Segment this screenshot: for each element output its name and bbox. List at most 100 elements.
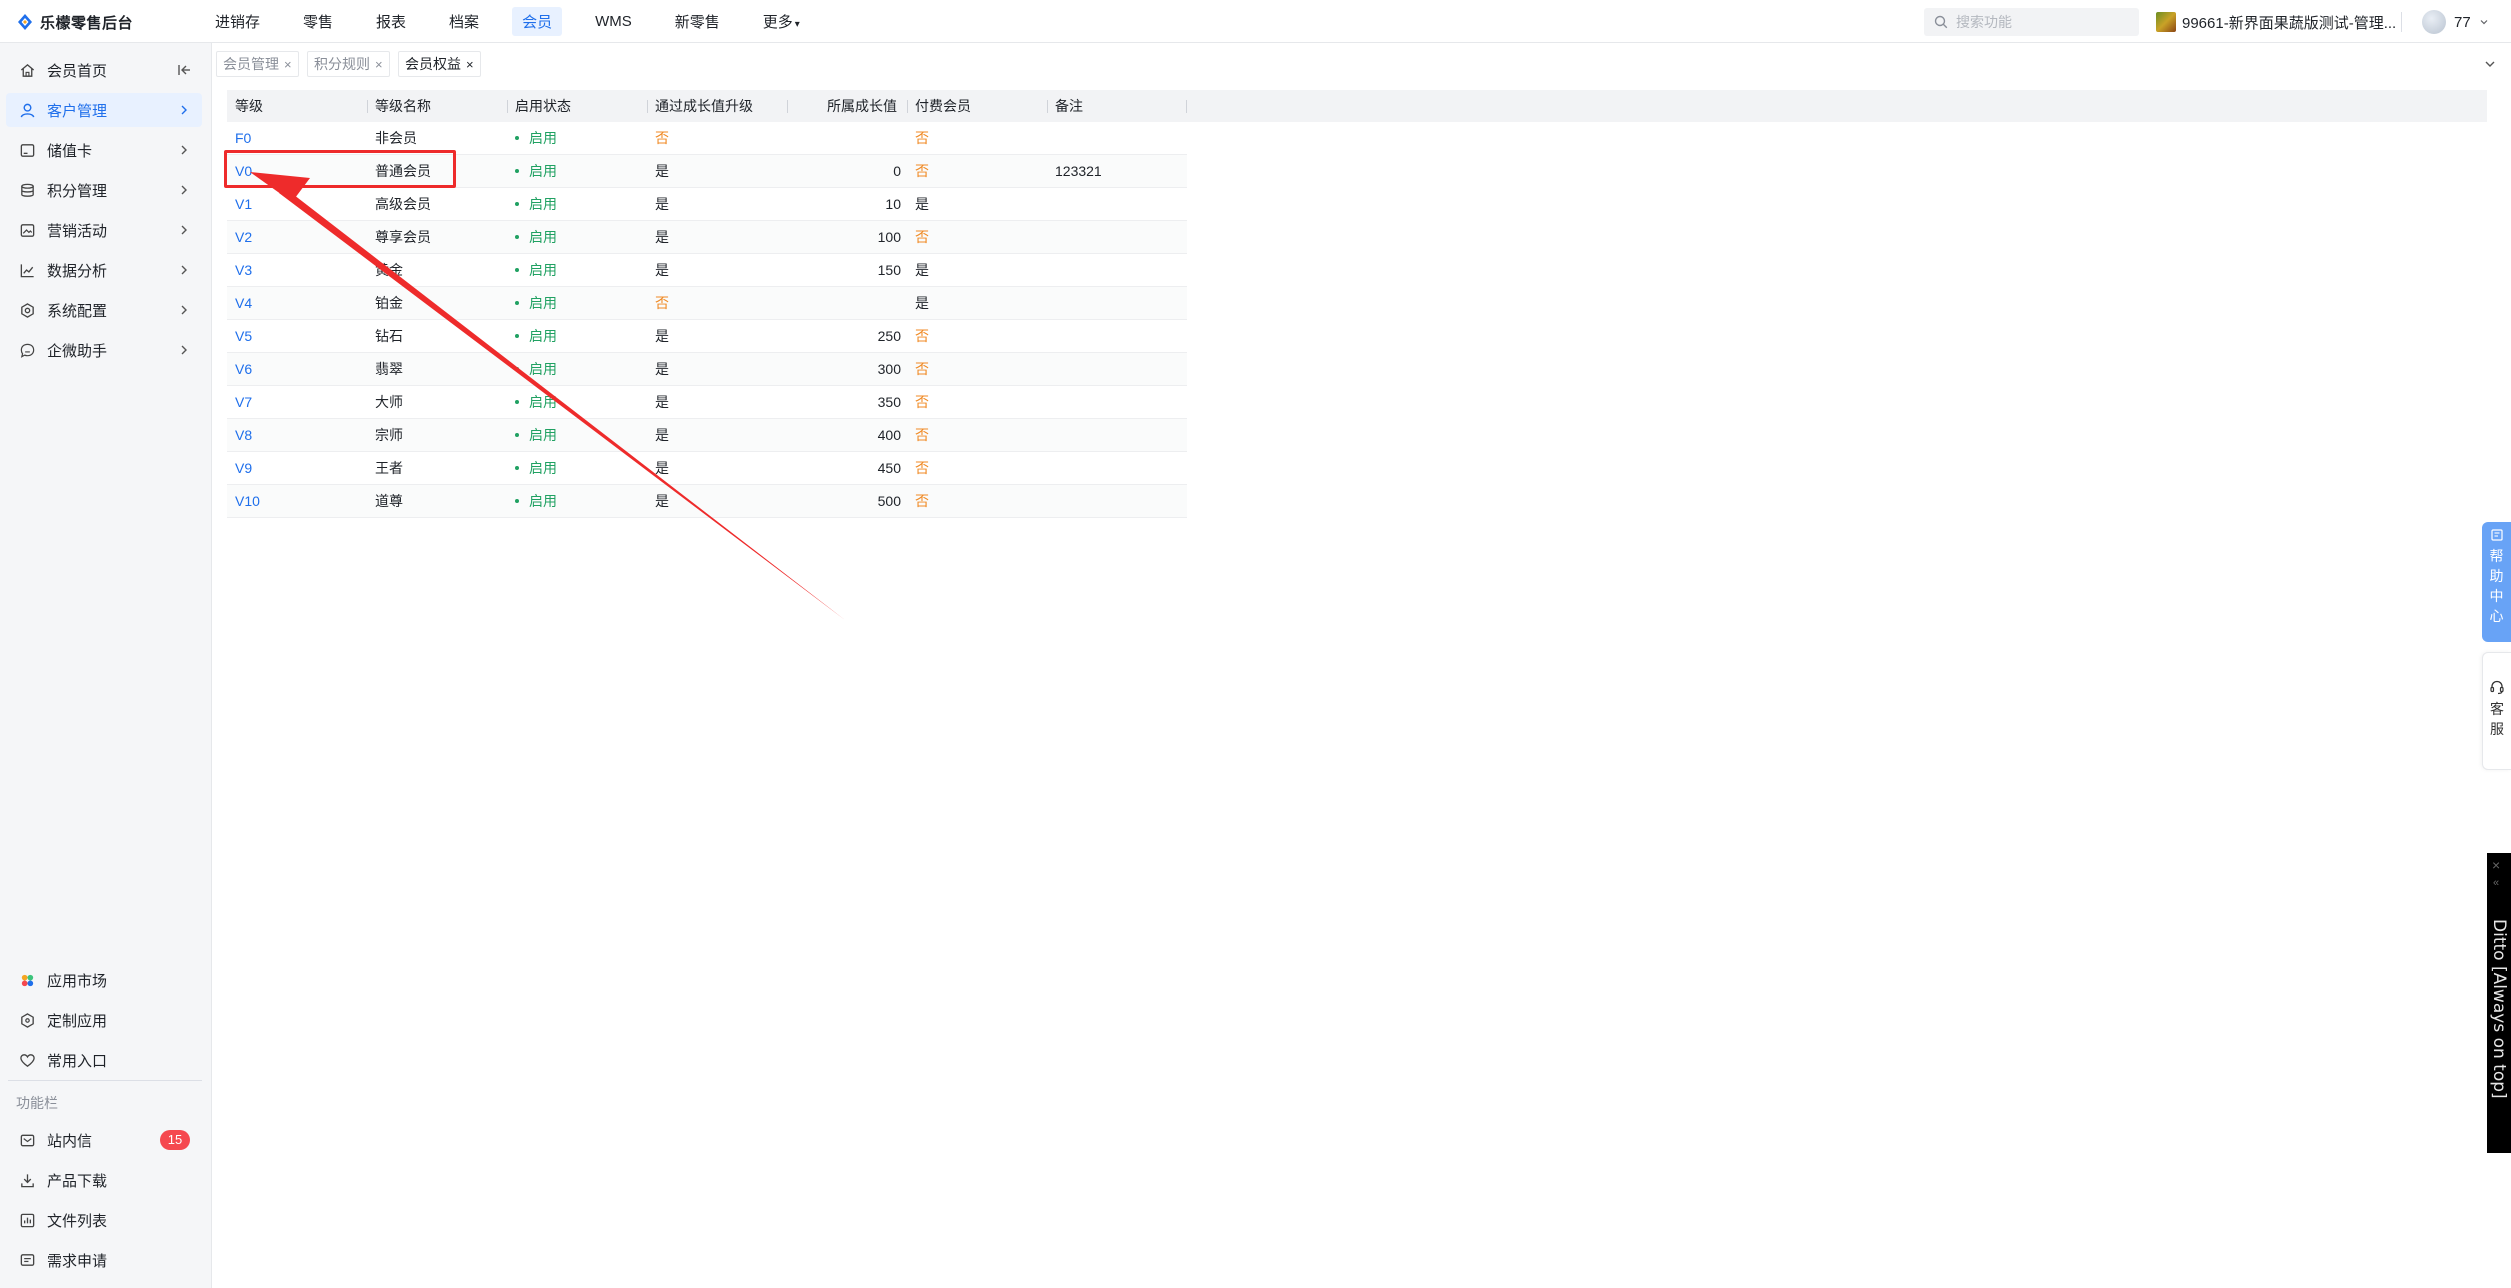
level-code-link[interactable]: V5 — [235, 320, 252, 353]
nav-more[interactable]: 更多 ▾ — [753, 7, 810, 36]
close-icon[interactable]: × — [2492, 857, 2500, 873]
sidebar-item-member-home[interactable]: 会员首页 — [6, 53, 202, 87]
store-selector[interactable]: 99661-新界面果蔬版测试-管理... — [2156, 11, 2396, 33]
sidebar-item-custom-app[interactable]: 定制应用 — [6, 1003, 202, 1037]
level-code-link[interactable]: V7 — [235, 386, 252, 419]
status-text: 启用 — [529, 229, 557, 245]
table-row[interactable]: V8 宗师 启用 是 400 否 — [227, 419, 1187, 452]
mail-icon — [18, 1131, 36, 1149]
sidebar-item-label: 数据分析 — [47, 262, 108, 280]
sidebar-item-file-list[interactable]: 文件列表 — [6, 1203, 202, 1237]
table-row[interactable]: V1 高级会员 启用 是 10 是 — [227, 188, 1187, 221]
level-code-link[interactable]: V2 — [235, 221, 252, 254]
level-code-link[interactable]: V3 — [235, 254, 252, 287]
divider — [2401, 12, 2402, 32]
nav-inventory[interactable]: 进销存 — [205, 7, 270, 36]
growth-upgrade-flag: 是 — [655, 328, 669, 344]
level-code-link[interactable]: V9 — [235, 452, 252, 485]
sidebar-item-label: 客户管理 — [47, 102, 108, 120]
sidebar-item-points-management[interactable]: 积分管理 — [6, 173, 202, 207]
function-bar-title: 功能栏 — [16, 1095, 58, 1111]
customer-service-button[interactable]: 客 服 — [2482, 652, 2511, 770]
table-row[interactable]: V9 王者 启用 是 450 否 — [227, 452, 1187, 485]
level-code-link[interactable]: V8 — [235, 419, 252, 452]
chevron-right-icon — [181, 345, 187, 355]
status-text: 启用 — [529, 394, 557, 410]
table-row[interactable]: V6 翡翠 启用 是 300 否 — [227, 353, 1187, 386]
status-enabled: 启用 — [515, 419, 557, 452]
nav-retail[interactable]: 零售 — [293, 7, 343, 36]
growth-value: 450 — [877, 460, 901, 476]
app-title: 乐檬零售后台 — [40, 14, 134, 32]
level-code-link[interactable]: V4 — [235, 287, 252, 320]
nav-wms[interactable]: WMS — [585, 9, 642, 34]
table-row[interactable]: V3 黄金 启用 是 150 是 — [227, 254, 1187, 287]
sidebar-item-customer-management[interactable]: 客户管理 — [6, 93, 202, 127]
function-search[interactable] — [1924, 8, 2139, 36]
sidebar-item-label: 积分管理 — [47, 182, 108, 200]
caret-down-icon: ▾ — [794, 19, 800, 30]
status-text: 启用 — [529, 262, 557, 278]
sidebar-item-common-entry[interactable]: 常用入口 — [6, 1043, 202, 1077]
column-divider — [787, 100, 788, 113]
level-code-link[interactable]: V1 — [235, 188, 252, 221]
nav-member[interactable]: 会员 — [512, 7, 563, 36]
level-name: 高级会员 — [375, 196, 431, 212]
chat-icon — [18, 341, 36, 359]
close-icon[interactable]: × — [284, 57, 292, 72]
page-tabs: 会员管理 × 积分规则 × 会员权益 × — [213, 44, 2511, 84]
level-name: 王者 — [375, 460, 403, 476]
sidebar-item-app-market[interactable]: 应用市场 — [6, 963, 202, 997]
status-text: 启用 — [529, 361, 557, 377]
user-name: 77 — [2454, 13, 2471, 31]
level-code-link[interactable]: V10 — [235, 485, 260, 518]
status-dot-icon — [515, 202, 519, 207]
growth-value: 100 — [877, 229, 901, 245]
ditto-clipboard-window[interactable]: × « Ditto [Always on top] — [2487, 853, 2511, 1153]
tab-points-rules[interactable]: 积分规则 × — [307, 51, 390, 77]
image-icon — [18, 221, 36, 239]
sidebar-item-label: 定制应用 — [47, 1012, 108, 1030]
status-enabled: 启用 — [515, 188, 557, 221]
pin-icon[interactable]: « — [2493, 877, 2499, 889]
sidebar-item-data-analysis[interactable]: 数据分析 — [6, 253, 202, 287]
sidebar-item-label: 应用市场 — [47, 972, 108, 990]
sidebar-item-stored-value-card[interactable]: 储值卡 — [6, 133, 202, 167]
chevron-down-icon[interactable] — [2483, 57, 2497, 71]
status-dot-icon — [515, 433, 519, 438]
help-center-button[interactable]: 帮 助 中 心 — [2482, 522, 2511, 642]
table-row[interactable]: V2 尊享会员 启用 是 100 否 — [227, 221, 1187, 254]
sidebar-item-wecom-assistant[interactable]: 企微助手 — [6, 333, 202, 367]
tab-label: 积分规则 — [314, 56, 370, 72]
user-menu[interactable]: 77 — [2422, 9, 2489, 35]
settings-icon — [18, 301, 36, 319]
tab-member-benefits[interactable]: 会员权益 × — [398, 51, 481, 77]
sidebar-item-product-download[interactable]: 产品下载 — [6, 1163, 202, 1197]
table-row[interactable]: V10 道尊 启用 是 500 否 — [227, 485, 1187, 518]
nav-reports[interactable]: 报表 — [366, 7, 416, 36]
chevron-right-icon — [181, 305, 187, 315]
level-code-link[interactable]: V6 — [235, 353, 252, 386]
close-icon[interactable]: × — [466, 57, 474, 72]
collapse-sidebar-icon[interactable] — [176, 62, 192, 78]
growth-upgrade-flag: 是 — [655, 229, 669, 245]
sidebar-item-messages[interactable]: 站内信 15 — [6, 1123, 202, 1157]
status-text: 启用 — [529, 295, 557, 311]
app-logo[interactable]: 乐檬零售后台 — [16, 10, 133, 34]
sidebar-item-system-config[interactable]: 系统配置 — [6, 293, 202, 327]
chevron-right-icon — [181, 265, 187, 275]
sidebar-item-label: 会员首页 — [47, 62, 108, 80]
sidebar-item-request[interactable]: 需求申请 — [6, 1243, 202, 1277]
nav-archive[interactable]: 档案 — [439, 7, 489, 36]
status-enabled: 启用 — [515, 254, 557, 287]
status-enabled: 启用 — [515, 287, 557, 320]
table-row[interactable]: V5 钻石 启用 是 250 否 — [227, 320, 1187, 353]
chevron-right-icon — [181, 145, 187, 155]
sidebar-item-marketing[interactable]: 营销活动 — [6, 213, 202, 247]
close-icon[interactable]: × — [375, 57, 383, 72]
nav-new-retail[interactable]: 新零售 — [665, 7, 730, 36]
tab-member-management[interactable]: 会员管理 × — [216, 51, 299, 77]
table-row[interactable]: V7 大师 启用 是 350 否 — [227, 386, 1187, 419]
search-input[interactable] — [1956, 14, 2126, 30]
table-row[interactable]: V4 铂金 启用 否 是 — [227, 287, 1187, 320]
